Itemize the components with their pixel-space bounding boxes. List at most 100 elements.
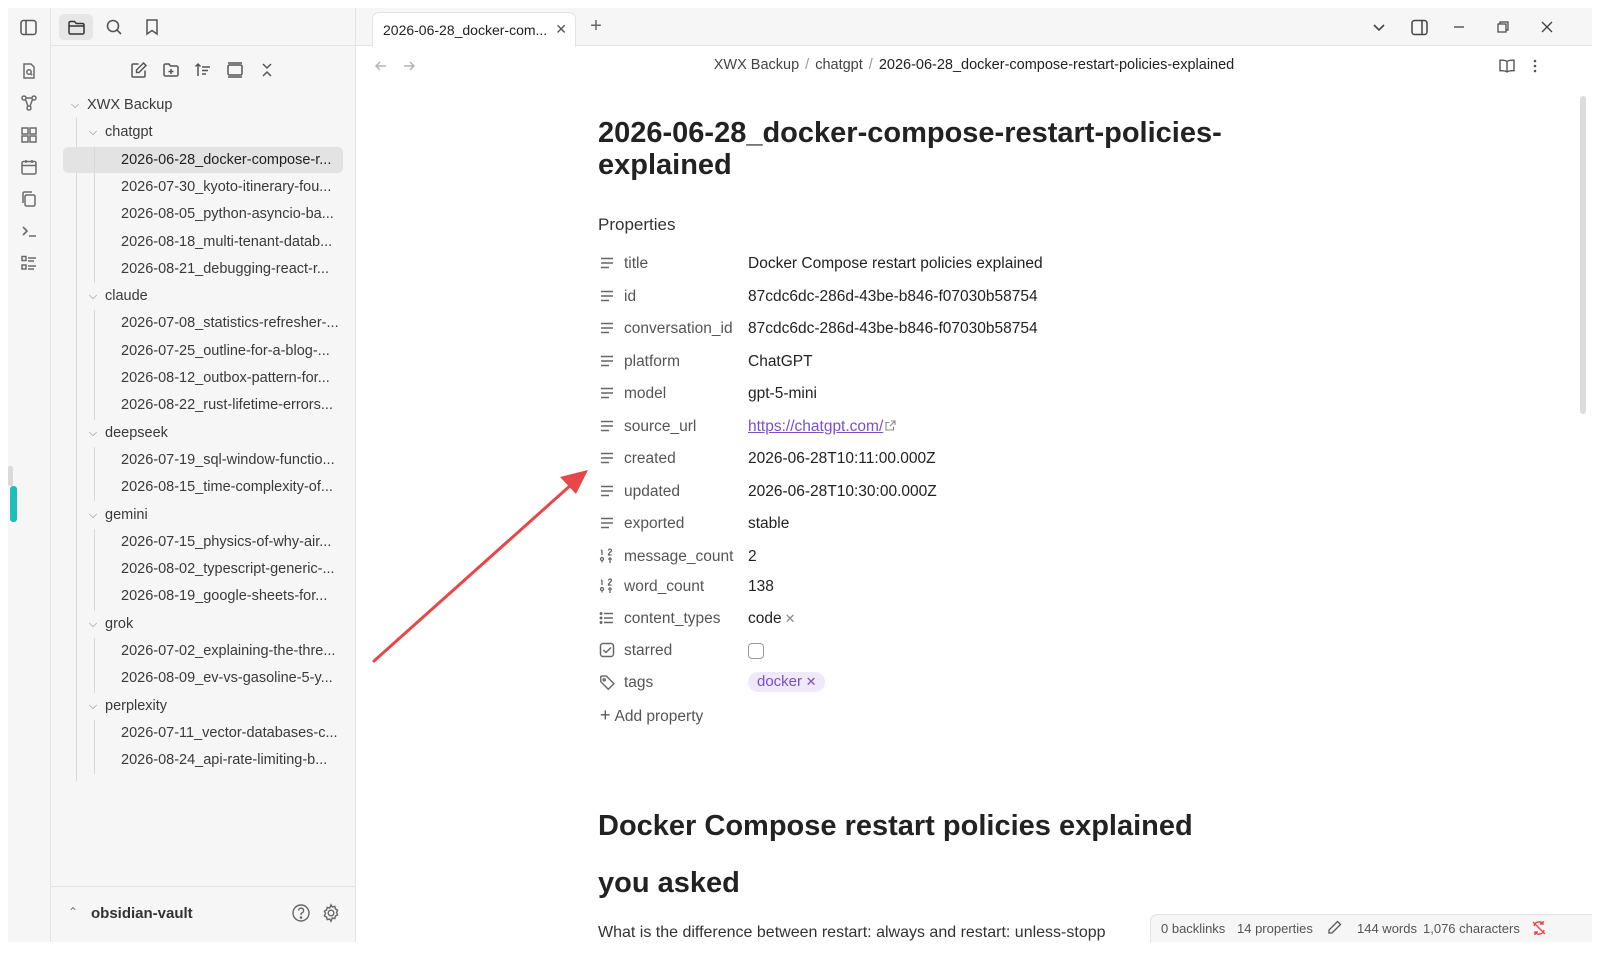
reading-view-book-icon[interactable] [1496,55,1518,77]
editor-scrollbar[interactable] [1580,96,1586,414]
file-item[interactable]: 2026-07-19_sql-window-functio... [121,447,346,473]
vault-switcher-chevron-icon[interactable]: ⌃ [68,905,78,919]
graph-view-icon[interactable] [18,92,40,114]
property-value[interactable]: code ✕ [748,610,796,628]
text-icon[interactable] [598,254,616,272]
sync-status-icon[interactable] [1531,920,1547,936]
property-row-conversation-id[interactable]: conversation_id 87cdc6dc-286d-43be-b846-f… [598,315,1298,343]
bookmark-icon[interactable] [135,14,169,40]
number-icon[interactable] [598,547,616,565]
folder-perplexity[interactable]: ⌵ perplexity [87,693,347,719]
property-row-model[interactable]: model gpt-5-mini [598,380,1298,408]
property-key[interactable]: exported [624,515,684,533]
file-item[interactable]: 2026-08-19_google-sheets-for... [121,583,346,609]
property-key[interactable]: source_url [624,418,696,436]
property-key[interactable]: word_count [624,578,704,596]
command-palette-icon[interactable] [18,220,40,242]
file-item[interactable]: 2026-07-08_statistics-refresher-... [121,310,346,336]
file-item[interactable]: 2026-07-30_kyoto-itinerary-fou... [121,174,346,200]
property-key[interactable]: title [624,255,648,273]
remove-tag-icon[interactable]: ✕ [802,674,817,689]
property-row-content-types[interactable]: content_types code ✕ [598,605,1298,633]
calendar-icon[interactable] [18,156,40,178]
add-property-button[interactable]: + Add property [600,705,703,726]
property-value[interactable] [748,642,764,660]
templates-icon[interactable] [18,188,40,210]
file-item[interactable]: 2026-08-21_debugging-react-r... [121,256,346,282]
folder-gemini[interactable]: ⌵ gemini [87,502,347,528]
file-item[interactable]: 2026-07-15_physics-of-why-air... [121,529,346,555]
help-icon[interactable] [289,901,313,925]
note-heading-2[interactable]: you asked [598,867,740,900]
property-key[interactable]: tags [624,674,653,692]
number-icon[interactable] [598,577,616,595]
breadcrumb-root[interactable]: XWX Backup [714,57,799,73]
restore-window-icon[interactable] [1490,14,1516,40]
breadcrumb-file[interactable]: 2026-06-28_docker-compose-restart-polici… [879,57,1234,73]
property-value[interactable]: docker ✕ [748,672,825,692]
text-icon[interactable] [598,319,616,337]
property-row-source-url[interactable]: source_url https://chatgpt.com/ [598,413,1298,441]
properties-count[interactable]: 14 properties [1237,921,1313,936]
property-row-starred[interactable]: starred [598,637,1298,665]
property-key[interactable]: model [624,385,666,403]
file-item[interactable]: 2026-07-02_explaining-the-thre... [121,638,346,664]
toggle-right-sidebar-icon[interactable] [1406,14,1432,40]
text-icon[interactable] [598,482,616,500]
tab-active-note[interactable]: 2026-06-28_docker-com... ✕ [372,12,576,47]
canvas-icon[interactable] [18,124,40,146]
file-item[interactable]: 2026-07-25_outline-for-a-blog-... [121,338,346,364]
note-paragraph[interactable]: What is the difference between restart: … [598,924,1106,942]
property-key[interactable]: updated [624,483,680,501]
text-icon[interactable] [598,352,616,370]
file-item[interactable]: 2026-08-05_python-asyncio-ba... [121,201,346,227]
file-item[interactable]: 2026-08-18_multi-tenant-datab... [121,229,346,255]
starred-checkbox[interactable] [748,642,764,659]
backlinks-count[interactable]: 0 backlinks [1161,921,1225,936]
breadcrumb-folder[interactable]: chatgpt [815,57,863,73]
property-row-id[interactable]: id 87cdc6dc-286d-43be-b846-f07030b58754 [598,283,1298,311]
more-options-icon[interactable] [1524,55,1546,77]
text-icon[interactable] [598,417,616,435]
file-item[interactable]: 2026-07-11_vector-databases-c... [121,720,346,746]
minimize-window-icon[interactable] [1446,14,1472,40]
property-value[interactable]: stable [748,515,789,533]
property-row-updated[interactable]: updated 2026-06-28T10:30:00.000Z [598,478,1298,506]
property-key[interactable]: content_types [624,610,721,628]
note-heading-1[interactable]: Docker Compose restart policies explaine… [598,810,1193,843]
new-note-icon[interactable] [127,58,151,82]
property-key[interactable]: platform [624,353,680,371]
property-value[interactable]: Docker Compose restart policies explaine… [748,255,1043,273]
search-icon[interactable] [97,14,131,40]
folder-claude[interactable]: ⌵ claude [87,283,347,309]
file-item[interactable]: 2026-08-22_rust-lifetime-errors... [121,392,346,418]
property-row-word-count[interactable]: word_count 138 [598,573,1298,601]
property-row-title[interactable]: title Docker Compose restart policies exp… [598,250,1298,278]
text-icon[interactable] [598,449,616,467]
property-row-exported[interactable]: exported stable [598,510,1298,538]
open-quick-switcher-icon[interactable] [18,60,40,82]
new-tab-plus-icon[interactable]: + [584,14,608,38]
properties-heading[interactable]: Properties [598,215,675,235]
settings-gear-icon[interactable] [319,901,343,925]
list-icon[interactable] [598,609,616,627]
folder-grok[interactable]: ⌵ grok [87,611,347,637]
remove-chip-icon[interactable]: ✕ [785,611,796,626]
sort-order-icon[interactable] [191,58,215,82]
new-folder-icon[interactable] [159,58,183,82]
outline-list-icon[interactable] [18,252,40,274]
tab-close-icon[interactable]: ✕ [555,21,567,38]
property-key[interactable]: created [624,450,676,468]
property-row-message-count[interactable]: message_count 2 [598,543,1298,571]
text-icon[interactable] [598,384,616,402]
editing-mode-pencil-icon[interactable] [1327,920,1342,935]
folder-root[interactable]: ⌵ XWX Backup [69,92,349,118]
tag-chip[interactable]: docker ✕ [748,672,825,692]
note-title[interactable]: 2026-06-28_docker-compose-restart-polici… [598,117,1238,181]
property-key[interactable]: conversation_id [624,320,733,338]
file-item[interactable]: 2026-08-02_typescript-generic-... [121,556,346,582]
tag-icon[interactable] [598,673,616,691]
files-tab-folder-icon[interactable] [59,14,93,40]
file-item[interactable]: 2026-08-12_outbox-pattern-for... [121,365,346,391]
file-item[interactable]: 2026-08-09_ev-vs-gasoline-5-y... [121,665,346,691]
